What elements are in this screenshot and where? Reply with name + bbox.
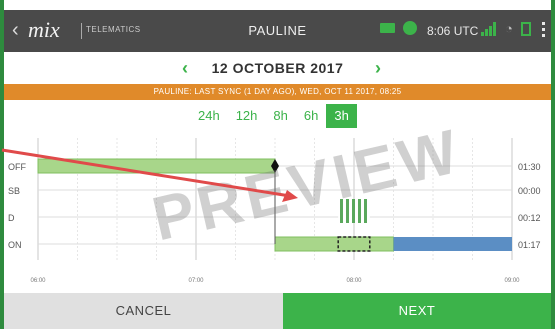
row-label: OFF [8, 162, 26, 172]
overflow-menu-icon[interactable] [542, 22, 545, 37]
timeline-segment [274, 236, 394, 252]
last-sync-banner: PAULINE: LAST SYNC (1 DAY AGO), WED, OCT… [4, 84, 551, 100]
next-button[interactable]: NEXT [283, 293, 551, 329]
tab-24h[interactable]: 24h [190, 104, 228, 128]
wifi-icon: ◔ [505, 21, 513, 36]
chart-canvas: OFF 01:30 SB 00:00 D 00:12 ON 01:17 06:00 07:00 08… [8, 138, 541, 284]
x-tick-label: 07:00 [188, 278, 204, 284]
current-date: 12 OCTOBER 2017 [211, 60, 344, 76]
x-tick-label: 08:00 [346, 278, 362, 284]
timeline-segment [338, 199, 370, 223]
mail-icon[interactable] [380, 23, 395, 33]
sync-icon[interactable] [403, 21, 417, 35]
tab-3h[interactable]: 3h [326, 104, 357, 128]
row-total: 01:17 [518, 240, 541, 250]
row-total: 01:30 [518, 162, 541, 172]
x-tick-label: 09:00 [504, 278, 520, 284]
tab-8h[interactable]: 8h [265, 104, 295, 128]
duty-status-chart: OFF 01:30 SB 00:00 D 00:12 ON 01:17 06:00 07:00 08… [4, 130, 551, 292]
timeline-segment [37, 158, 276, 174]
range-tabs: 24h 12h 8h 6h 3h [190, 104, 357, 128]
row-label: SB [8, 186, 20, 196]
timeline-segment [393, 237, 512, 251]
status-bar: ‹ mix TELEMATICS PAULINE 8:06 UTC ◔ [4, 10, 551, 52]
clock-time: 8:06 UTC [427, 24, 479, 38]
x-tick-label: 06:00 [30, 278, 46, 284]
row-label: D [8, 213, 15, 223]
row-label: ON [8, 240, 22, 250]
tab-6h[interactable]: 6h [296, 104, 326, 128]
signal-icon [481, 22, 497, 36]
row-total: 00:00 [518, 186, 541, 196]
cancel-button[interactable]: CANCEL [4, 293, 283, 329]
date-navigator: ‹ 12 OCTOBER 2017 › [4, 52, 551, 84]
row-total: 00:12 [518, 213, 541, 223]
chevron-right-icon[interactable]: › [375, 58, 381, 79]
logbook-icon[interactable] [521, 22, 531, 36]
tab-12h[interactable]: 12h [228, 104, 266, 128]
